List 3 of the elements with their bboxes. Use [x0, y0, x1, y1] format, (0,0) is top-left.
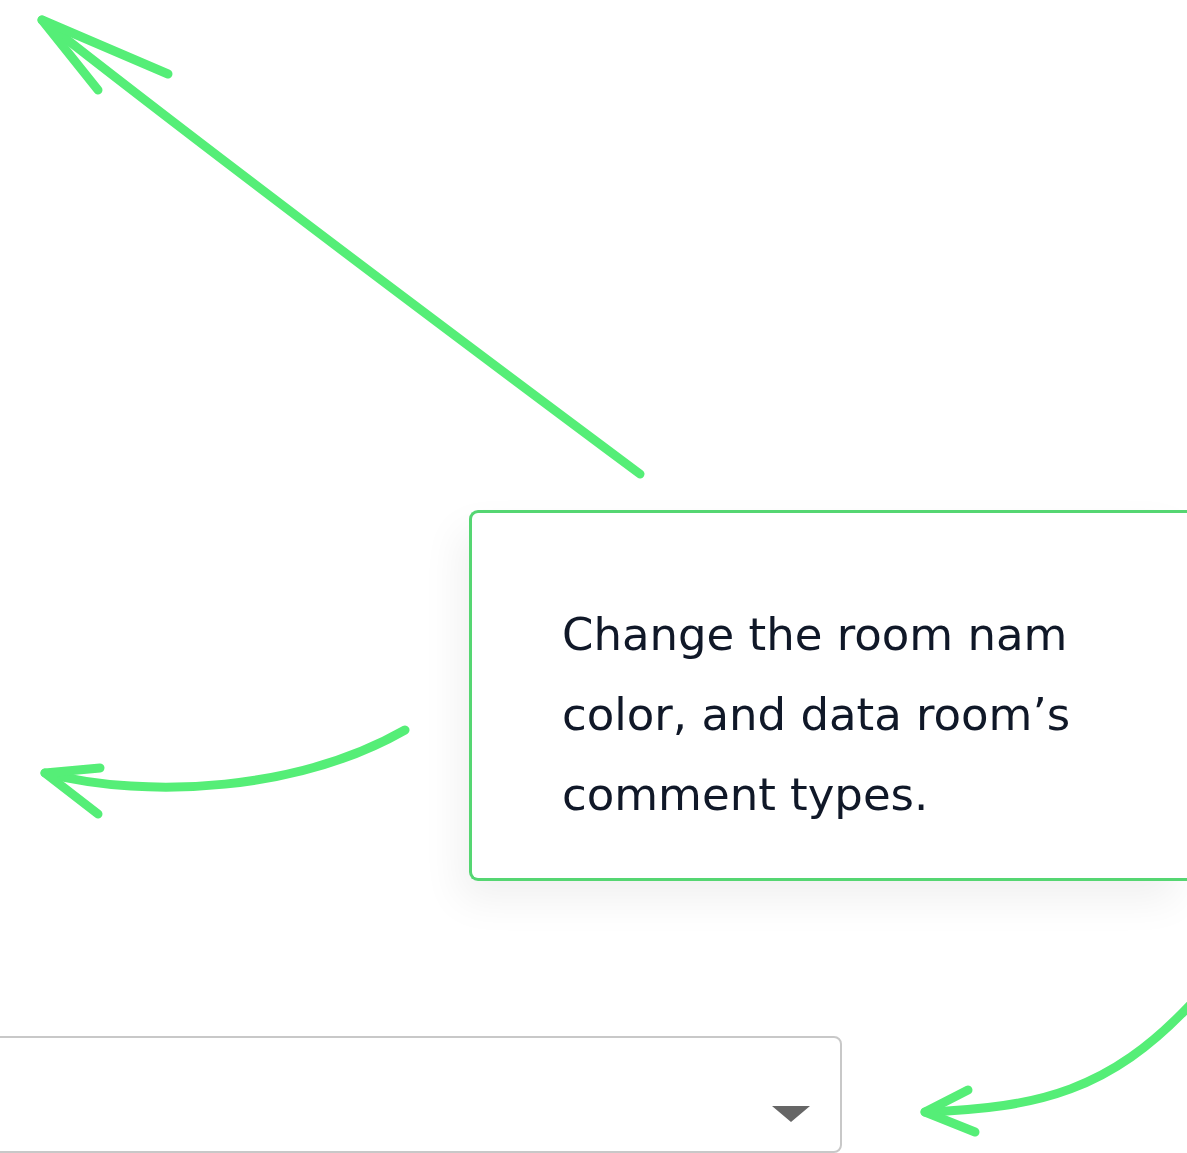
dropdown-field[interactable]: [0, 1035, 842, 1153]
caret-icon: [772, 1105, 810, 1122]
callout-text: Change the room nam color, and data room’s comment types.: [562, 607, 1072, 823]
